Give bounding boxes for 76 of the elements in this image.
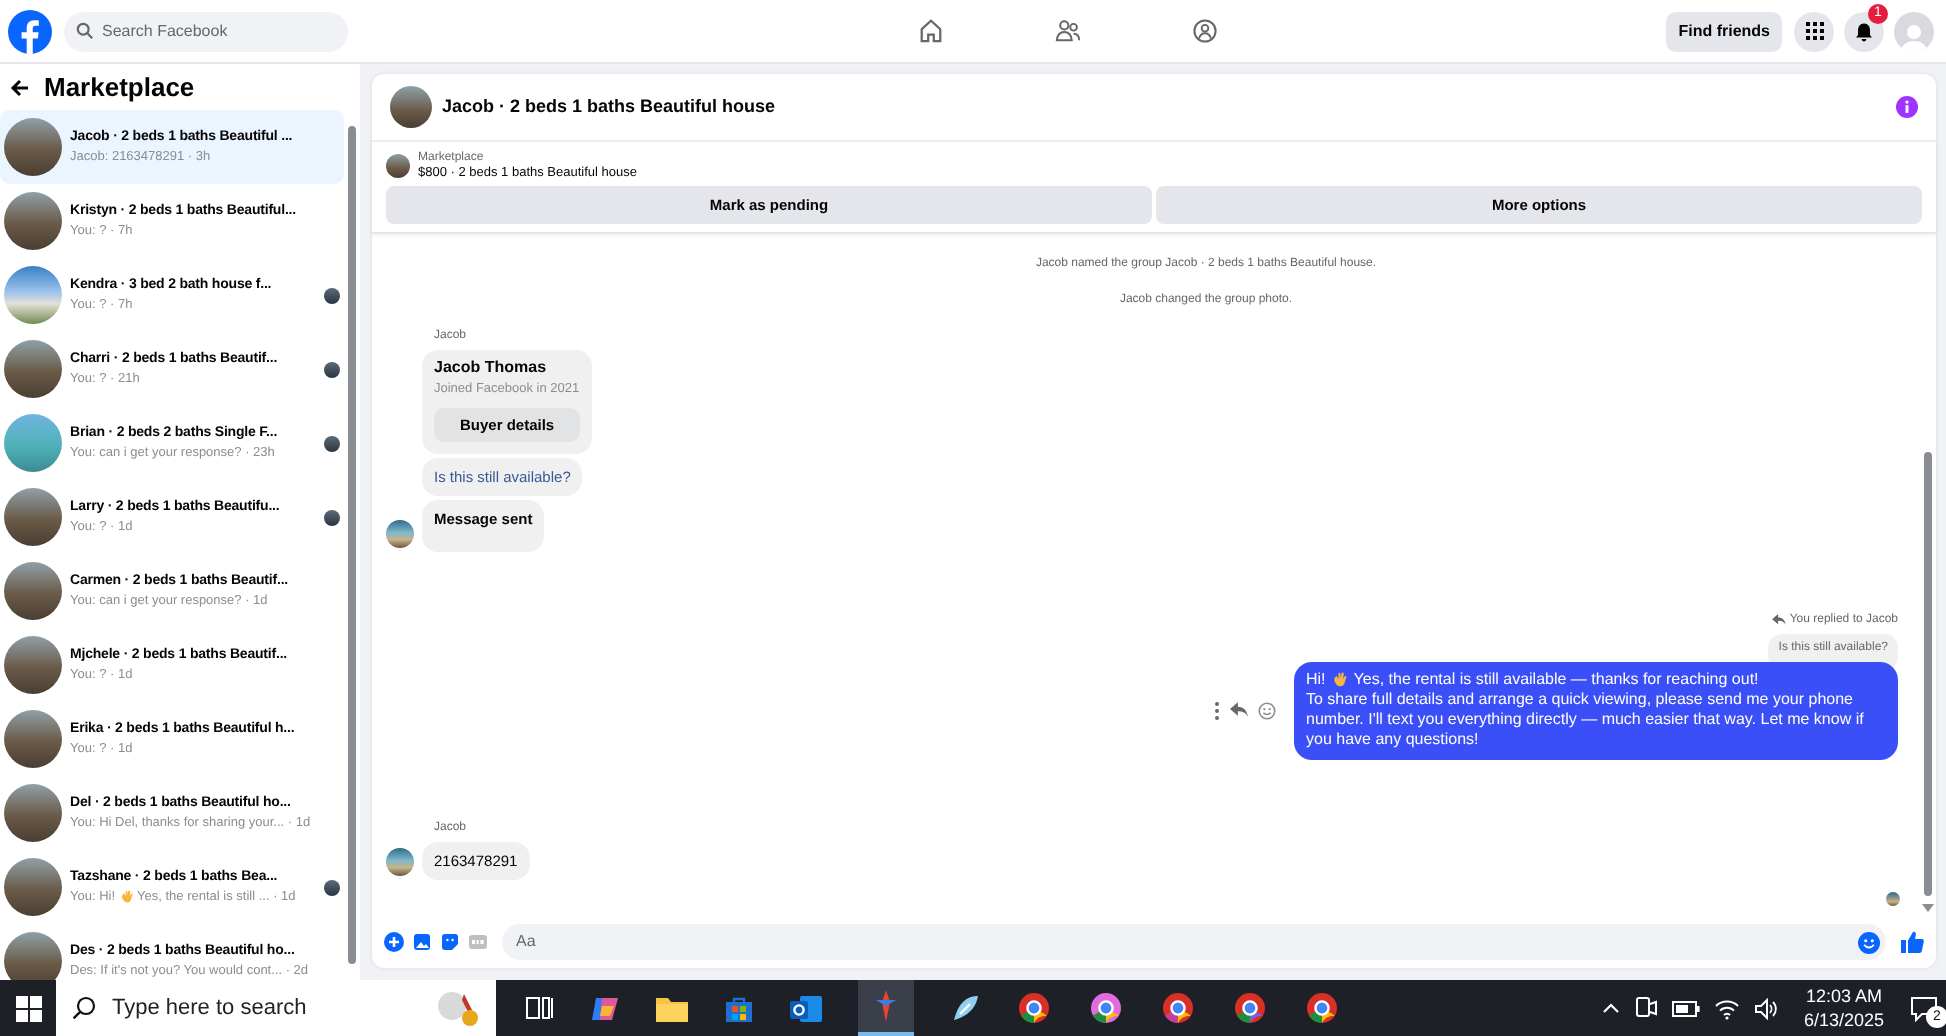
grid-icon	[1805, 22, 1823, 40]
chat-title: Jacob · 2 beds 1 baths Beautiful house	[442, 93, 778, 120]
photo-placeholder	[386, 519, 414, 547]
photo-placeholder	[4, 414, 62, 472]
photo-placeholder	[4, 784, 62, 842]
store-bag-icon[interactable]	[724, 993, 754, 1023]
browser-icon[interactable]	[1090, 992, 1122, 1024]
photo-placeholder	[4, 858, 62, 916]
scrollbar-thumb[interactable]	[348, 126, 356, 964]
plus-icon[interactable]	[384, 932, 404, 952]
folder-icon[interactable]	[656, 995, 688, 1021]
search-icon	[72, 996, 96, 1020]
home-icon[interactable]	[917, 18, 944, 44]
golf-medal-icon[interactable]	[436, 986, 480, 1030]
copilot-icon[interactable]	[590, 993, 620, 1023]
clock-date[interactable]: 6/13/2025	[1803, 1008, 1884, 1032]
message-text: To share full details and arrange a quick viewing, please send me your phone number. I'll text you everything directly — much easier that way. Let me know if you have any questions!	[1306, 689, 1866, 752]
bell-icon	[1854, 21, 1874, 41]
speaker-icon[interactable]	[1753, 997, 1778, 1019]
browser-icon[interactable]	[1306, 992, 1338, 1024]
notification-center-icon[interactable]	[1910, 995, 1938, 1021]
read-receipt-avatar	[1886, 891, 1900, 906]
browser-icon[interactable]	[1018, 992, 1050, 1024]
more-options-icon[interactable]	[1214, 701, 1220, 720]
search-icon	[76, 22, 94, 40]
photo-placeholder	[386, 847, 414, 876]
photo-placeholder	[4, 932, 62, 980]
smiley-icon[interactable]	[1258, 701, 1276, 720]
meet-now-icon[interactable]	[1633, 996, 1658, 1020]
find-friends-button[interactable]: Find friends	[1666, 11, 1782, 51]
search-field[interactable]: Search Facebook	[64, 11, 348, 51]
facebook-logo[interactable]	[8, 9, 52, 53]
message-input[interactable]: Aa	[502, 924, 1886, 960]
browser-icon[interactable]	[1162, 992, 1194, 1024]
message-text: Yes, the rental is still available — thanks for reaching out!	[1353, 669, 1759, 690]
app-icon[interactable]	[950, 992, 982, 1024]
image-icon[interactable]	[412, 932, 432, 952]
sticker-icon[interactable]	[440, 932, 460, 952]
photo-placeholder	[4, 192, 62, 250]
buyer-name: Jacob Thomas	[434, 356, 547, 380]
photo-placeholder	[4, 340, 62, 398]
photo-placeholder	[4, 118, 62, 176]
photo-placeholder	[4, 636, 62, 694]
people-icon[interactable]	[1053, 18, 1082, 44]
wifi-icon[interactable]	[1713, 997, 1740, 1019]
back-arrow-icon[interactable]	[10, 77, 30, 97]
windows-logo-icon[interactable]	[15, 995, 41, 1021]
emoji-icon[interactable]	[1858, 931, 1880, 953]
reply-icon[interactable]	[1230, 702, 1248, 719]
app-icon	[872, 990, 900, 1022]
waving-hand-icon	[1331, 671, 1348, 688]
taskbar-search-field[interactable]: Type here to search	[56, 980, 496, 1036]
waving-hand-icon	[119, 890, 134, 904]
message-text: Hi!	[1306, 669, 1326, 690]
photo-placeholder	[4, 710, 62, 768]
photo-placeholder	[386, 154, 410, 178]
chevron-up-icon[interactable]	[1601, 1002, 1620, 1014]
battery-icon[interactable]	[1671, 999, 1700, 1017]
task-view-icon[interactable]	[526, 996, 554, 1020]
info-icon[interactable]	[1896, 96, 1918, 118]
photo-placeholder	[4, 266, 62, 324]
photo-placeholder	[4, 562, 62, 620]
mail-app-icon[interactable]	[790, 993, 822, 1023]
photo-placeholder	[4, 488, 62, 546]
browser-icon[interactable]	[1234, 992, 1266, 1024]
group-icon[interactable]	[1191, 18, 1218, 44]
active-app-tile[interactable]	[858, 980, 914, 1036]
scroll-down-icon[interactable]	[1922, 904, 1934, 912]
reply-icon	[1771, 614, 1786, 626]
thumbs-up-icon[interactable]	[1900, 930, 1924, 954]
scrollbar-thumb[interactable]	[1924, 452, 1932, 896]
photo-placeholder	[390, 86, 432, 128]
person-silhouette-icon	[1898, 19, 1930, 51]
sidebar-title: Marketplace	[44, 69, 195, 106]
menu-button[interactable]	[1794, 11, 1834, 51]
clock-time[interactable]: 12:03 AM	[1805, 984, 1882, 1008]
